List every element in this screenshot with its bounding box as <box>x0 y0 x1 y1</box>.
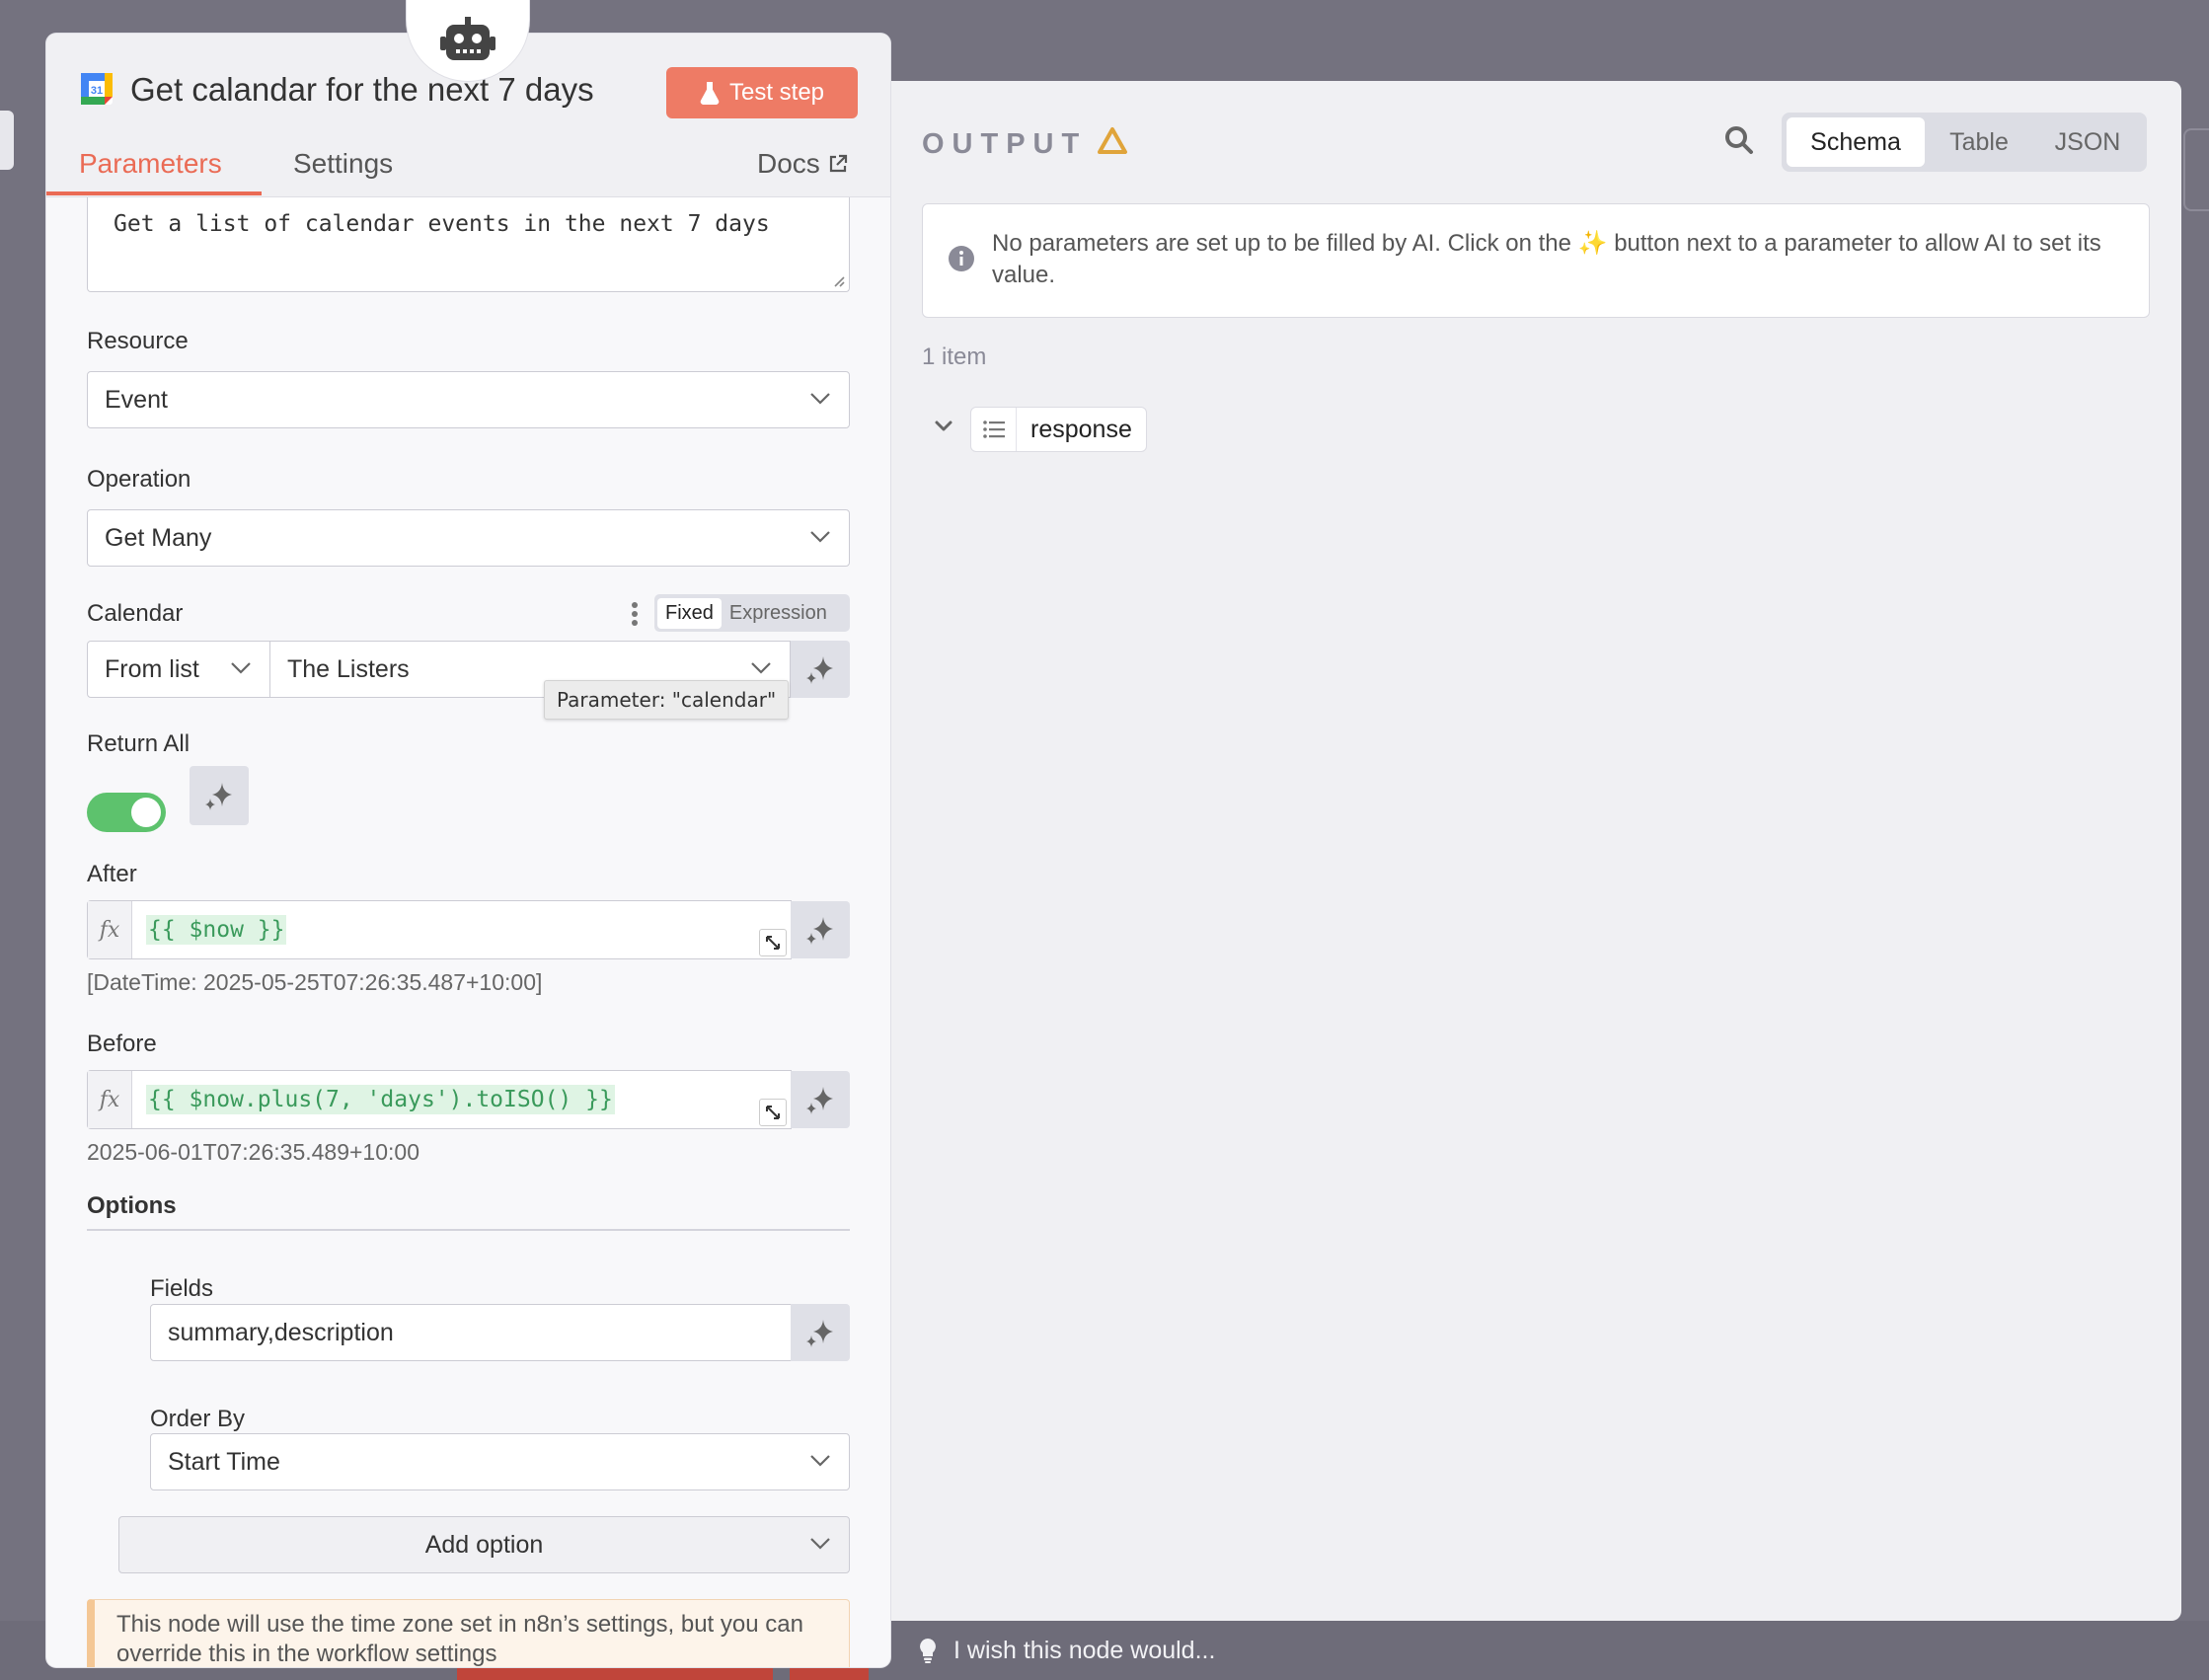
view-schema-button[interactable]: Schema <box>1787 117 1925 167</box>
after-expression: {{ $now }} <box>146 915 287 945</box>
node-title[interactable]: Get calandar for the next 7 days <box>130 71 594 109</box>
resource-label: Resource <box>87 328 189 354</box>
chevron-down-icon <box>231 662 251 674</box>
add-option-label: Add option <box>424 1530 544 1559</box>
expand-editor-icon[interactable] <box>759 929 787 956</box>
sparkle-icon <box>806 1320 833 1347</box>
sparkle-icon <box>806 1087 833 1114</box>
before-expression: {{ $now.plus(7, 'days').toISO() }} <box>146 1085 615 1114</box>
tab-settings[interactable]: Settings <box>293 148 393 180</box>
chevron-down-icon <box>810 1538 830 1550</box>
test-step-button[interactable]: Test step <box>666 67 858 118</box>
view-table-button[interactable]: Table <box>1925 117 2033 167</box>
after-result: [DateTime: 2025-05-25T07:26:35.487+10:00… <box>87 969 543 995</box>
after-label: After <box>87 861 137 887</box>
chevron-down-icon <box>810 1455 830 1467</box>
add-option-button[interactable]: Add option <box>118 1516 850 1573</box>
background-button-edge <box>790 1668 869 1680</box>
output-view-toggle: Schema Table JSON <box>1782 113 2147 172</box>
timezone-notice-text: This node will use the time zone set in … <box>116 1611 803 1667</box>
sparkle-icon <box>806 917 833 945</box>
expression-mode-button[interactable]: Expression <box>722 598 835 629</box>
chevron-down-icon <box>751 662 771 674</box>
docs-label: Docs <box>757 148 820 179</box>
list-icon <box>971 408 1017 451</box>
output-panel: OUTPUT Schema Table JSON No parameters a… <box>859 81 2181 1621</box>
node-parameters-panel: 31 Get calandar for the next 7 days Test… <box>46 34 890 1667</box>
ai-info-callout: No parameters are set up to be filled by… <box>922 203 2150 318</box>
canvas-edge-tab-right <box>2183 128 2209 211</box>
before-expression-input[interactable]: fx {{ $now.plus(7, 'days').toISO() }} <box>87 1070 792 1129</box>
fx-icon: fx <box>88 901 132 958</box>
parameter-tooltip: Parameter: "calendar" <box>544 680 790 720</box>
operation-label: Operation <box>87 466 191 493</box>
item-count: 1 item <box>922 344 987 370</box>
info-icon <box>949 246 974 271</box>
flask-icon <box>700 82 720 105</box>
resize-handle-icon[interactable] <box>831 273 845 287</box>
schema-field-label: response <box>1030 415 1132 443</box>
fx-icon: fx <box>88 1071 132 1128</box>
docs-link[interactable]: Docs <box>757 148 848 180</box>
active-tab-indicator <box>46 191 262 195</box>
resource-select[interactable]: Event <box>87 371 850 428</box>
before-ai-button[interactable] <box>791 1071 850 1128</box>
options-heading: Options <box>87 1192 177 1219</box>
background-button-edge <box>457 1668 773 1680</box>
calendar-source-value: From list <box>105 654 199 683</box>
sparkle-icon <box>205 783 232 810</box>
operation-value: Get Many <box>105 523 212 552</box>
lightbulb-icon <box>920 1639 936 1663</box>
chevron-down-icon[interactable] <box>932 415 955 438</box>
more-options-icon[interactable] <box>629 600 641 628</box>
options-divider <box>87 1229 850 1231</box>
calendar-value: The Listers <box>287 654 410 683</box>
view-json-button[interactable]: JSON <box>2033 117 2142 167</box>
toggle-knob <box>131 798 161 827</box>
sparkle-icon <box>806 656 833 684</box>
svg-text:31: 31 <box>91 85 103 97</box>
expand-editor-icon[interactable] <box>759 1099 787 1126</box>
return-all-toggle[interactable] <box>87 793 166 832</box>
feedback-link[interactable]: I wish this node would... <box>918 1631 1215 1670</box>
external-link-icon <box>829 154 847 173</box>
calendar-label: Calendar <box>87 600 184 627</box>
chevron-down-icon <box>810 393 830 405</box>
feedback-text: I wish this node would... <box>953 1636 1216 1664</box>
before-result: 2025-06-01T07:26:35.489+10:00 <box>87 1139 419 1165</box>
fixed-expression-toggle: Fixed Expression <box>654 594 850 632</box>
order-by-select[interactable]: Start Time <box>150 1433 850 1490</box>
google-calendar-icon: 31 <box>81 73 113 105</box>
after-expression-input[interactable]: fx {{ $now }} <box>87 900 792 959</box>
operation-select[interactable]: Get Many <box>87 509 850 567</box>
resource-value: Event <box>105 385 168 414</box>
description-textarea[interactable]: Get a list of calendar events in the nex… <box>87 197 850 292</box>
test-step-label: Test step <box>728 79 825 106</box>
schema-field[interactable]: response <box>970 407 1147 452</box>
chevron-down-icon <box>810 531 830 543</box>
return-all-ai-button[interactable] <box>190 766 249 825</box>
ai-info-text: No parameters are set up to be filled by… <box>992 230 2101 288</box>
return-all-label: Return All <box>87 730 190 757</box>
fields-ai-button[interactable] <box>791 1304 850 1361</box>
description-text: Get a list of calendar events in the nex… <box>114 211 770 237</box>
calendar-source-select[interactable]: From list <box>87 641 270 698</box>
calendar-ai-button[interactable] <box>791 641 850 698</box>
order-by-label: Order By <box>150 1406 246 1432</box>
fixed-mode-button[interactable]: Fixed <box>657 597 722 629</box>
search-icon[interactable] <box>1717 118 1761 162</box>
output-title: OUTPUT <box>922 128 1088 160</box>
robot-icon <box>440 17 495 60</box>
warning-triangle-icon <box>1098 127 1127 154</box>
timezone-notice: This node will use the time zone set in … <box>87 1599 850 1667</box>
before-label: Before <box>87 1031 157 1057</box>
fields-input[interactable]: summary,description <box>150 1304 792 1361</box>
order-by-value: Start Time <box>168 1447 280 1476</box>
canvas-edge-tab <box>0 111 14 170</box>
after-ai-button[interactable] <box>791 901 850 958</box>
tab-parameters[interactable]: Parameters <box>79 148 222 180</box>
fields-value: summary,description <box>168 1318 394 1346</box>
fields-label: Fields <box>150 1275 214 1302</box>
